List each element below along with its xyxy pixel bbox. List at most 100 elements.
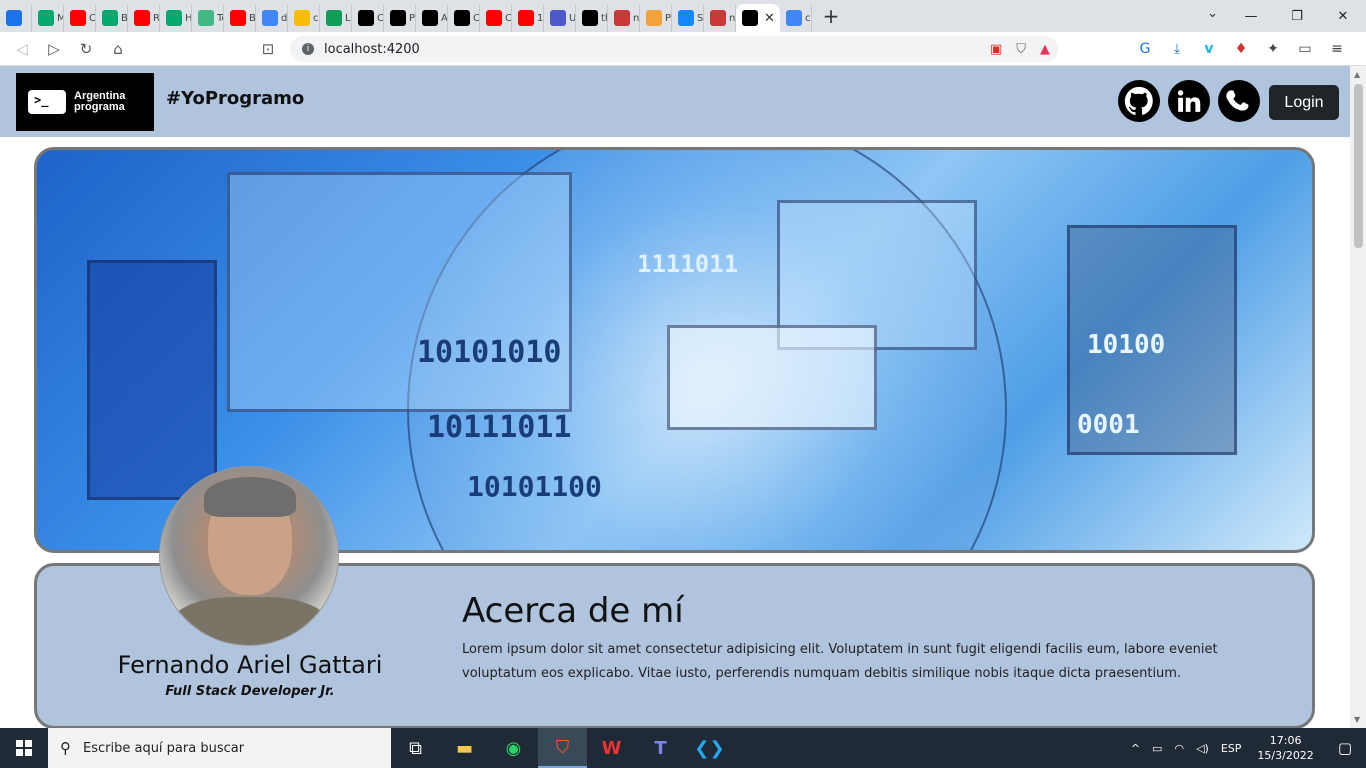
browser-tab[interactable]: Al (416, 4, 448, 32)
shield-icon (646, 10, 662, 26)
github-icon (422, 10, 438, 26)
banner-screen-3 (87, 260, 217, 500)
browser-tab[interactable]: Pr (384, 4, 416, 32)
vimeo-icon[interactable]: v (1198, 41, 1220, 57)
browser-tab[interactable]: th (576, 4, 608, 32)
browser-tab[interactable]: Co (352, 4, 384, 32)
tab-label: Ho (185, 12, 192, 24)
browser-tab-bar: My Cr Bo Re Ho Te BA du cla Lir Co Pr Al Ca Cu 1/Ur th ng… (0, 0, 1366, 32)
bookmark-icon[interactable]: ⊡ (252, 33, 284, 65)
tab-label: Re (153, 12, 160, 24)
browser-tab[interactable]: Re (128, 4, 160, 32)
brave-shield-icon[interactable]: ⛉ (1016, 42, 1026, 57)
tab-label: th (601, 12, 607, 24)
banner-binary-1: 10101010 (417, 335, 562, 370)
scroll-up-arrow-icon[interactable]: ▲ (1354, 70, 1360, 79)
notifications-icon[interactable]: ▢ (1324, 739, 1366, 757)
browser-tab[interactable]: ✕ (736, 4, 780, 32)
home-button[interactable]: ⌂ (102, 33, 134, 65)
volume-icon[interactable]: ◁) (1190, 742, 1215, 755)
battery-icon[interactable]: ▭ (1146, 742, 1168, 755)
notion-icon (390, 10, 406, 26)
tab-label: ng (729, 12, 736, 24)
show-hidden-icons-icon[interactable]: ^ (1125, 742, 1146, 755)
brave-rewards-icon[interactable]: ▲ (1040, 42, 1050, 57)
task-view-icon[interactable]: ⧉ (391, 728, 440, 768)
browser-tab[interactable]: Ho (160, 4, 192, 32)
blocked-popup-icon[interactable]: ▣ (990, 42, 1002, 57)
browser-tab[interactable]: Cr (64, 4, 96, 32)
about-description: Lorem ipsum dolor sit amet consectetur a… (462, 642, 1218, 681)
whatsapp-app-icon[interactable]: ◉ (489, 728, 538, 768)
browser-tab[interactable]: 1/ (512, 4, 544, 32)
taskbar-search[interactable]: ⚲ Escribe aquí para buscar (48, 728, 391, 768)
windows-logo-icon (16, 740, 32, 756)
youtube-icon (134, 10, 150, 26)
browser-tab[interactable]: Pr (640, 4, 672, 32)
page-scrollbar[interactable]: ▲ ▼ (1350, 66, 1366, 728)
download-icon[interactable]: ⤓ (1166, 41, 1188, 57)
argentina-programa-logo[interactable]: Argentina programa (16, 73, 154, 131)
brand-title: #YoProgramo (166, 88, 305, 109)
browser-tab[interactable]: ng (704, 4, 736, 32)
page-viewport: Argentina programa #YoProgramo Login (0, 66, 1350, 728)
teams-icon[interactable]: T (636, 728, 685, 768)
login-button[interactable]: Login (1269, 85, 1339, 120)
extension-red-icon[interactable]: ♦ (1230, 41, 1252, 57)
scroll-down-arrow-icon[interactable]: ▼ (1354, 715, 1360, 724)
extensions-puzzle-icon[interactable]: ✦ (1262, 41, 1284, 57)
github-link[interactable] (1118, 80, 1160, 122)
translate-icon[interactable]: G (1134, 41, 1156, 57)
brave-browser-icon[interactable]: ⛉ (538, 728, 587, 768)
linkedin-link[interactable] (1168, 80, 1210, 122)
wallet-icon[interactable]: ▭ (1294, 41, 1316, 57)
tab-label: Cr (89, 12, 96, 24)
browser-tab[interactable]: Bo (96, 4, 128, 32)
whatsapp-link[interactable] (1218, 80, 1260, 122)
file-explorer-icon[interactable]: ▬ (440, 728, 489, 768)
browser-tab[interactable]: ca (780, 4, 812, 32)
tab-label: Pr (409, 12, 415, 24)
close-window-button[interactable]: ✕ (1320, 0, 1366, 32)
browser-tab[interactable]: Lir (320, 4, 352, 32)
browser-tab[interactable]: My (32, 4, 64, 32)
restore-button[interactable]: ❐ (1274, 0, 1320, 32)
tab-label: ca (805, 12, 811, 24)
browser-tab[interactable]: Ur (544, 4, 576, 32)
close-tab-icon[interactable]: ✕ (764, 11, 775, 26)
language-indicator[interactable]: ESP (1215, 742, 1248, 755)
browser-tab[interactable]: cla (288, 4, 320, 32)
vue-icon (198, 10, 214, 26)
browser-tab[interactable]: du (256, 4, 288, 32)
minimize-button[interactable]: — (1228, 0, 1274, 32)
browser-tab[interactable]: St (672, 4, 704, 32)
scrollbar-thumb[interactable] (1354, 84, 1363, 248)
back-button[interactable]: ◁ (6, 33, 38, 65)
site-info-icon[interactable]: i (302, 43, 314, 55)
address-bar[interactable]: i localhost:4200 ▣ ⛉ ▲ (290, 36, 1058, 62)
vscode-icon[interactable]: ❮❯ (685, 728, 734, 768)
menu-icon[interactable]: ≡ (1326, 41, 1348, 57)
youtube-icon (230, 10, 246, 26)
forward-button[interactable]: ▷ (38, 33, 70, 65)
bolt-icon (678, 10, 694, 26)
profile-photo (159, 466, 339, 646)
banner-binary-6: 1111011 (637, 250, 739, 278)
start-button[interactable] (0, 728, 48, 768)
browser-tab[interactable]: Cu (480, 4, 512, 32)
notion-icon (358, 10, 374, 26)
browser-tab[interactable] (0, 4, 32, 32)
clock[interactable]: 17:06 15/3/2022 (1247, 733, 1323, 763)
browser-tab[interactable]: Te (192, 4, 224, 32)
reload-button[interactable]: ↻ (70, 33, 102, 65)
browser-tab[interactable]: BA (224, 4, 256, 32)
tab-label: Bo (121, 12, 128, 24)
linkedin-icon (1177, 90, 1201, 112)
tab-search-icon[interactable]: ⌄ (1207, 6, 1218, 21)
window-controls: — ❐ ✕ (1228, 0, 1366, 32)
wifi-icon[interactable]: ◠ (1168, 742, 1190, 755)
wps-office-icon[interactable]: W (587, 728, 636, 768)
browser-tab[interactable]: ng (608, 4, 640, 32)
browser-tab[interactable]: Ca (448, 4, 480, 32)
new-tab-button[interactable]: + (816, 4, 846, 28)
